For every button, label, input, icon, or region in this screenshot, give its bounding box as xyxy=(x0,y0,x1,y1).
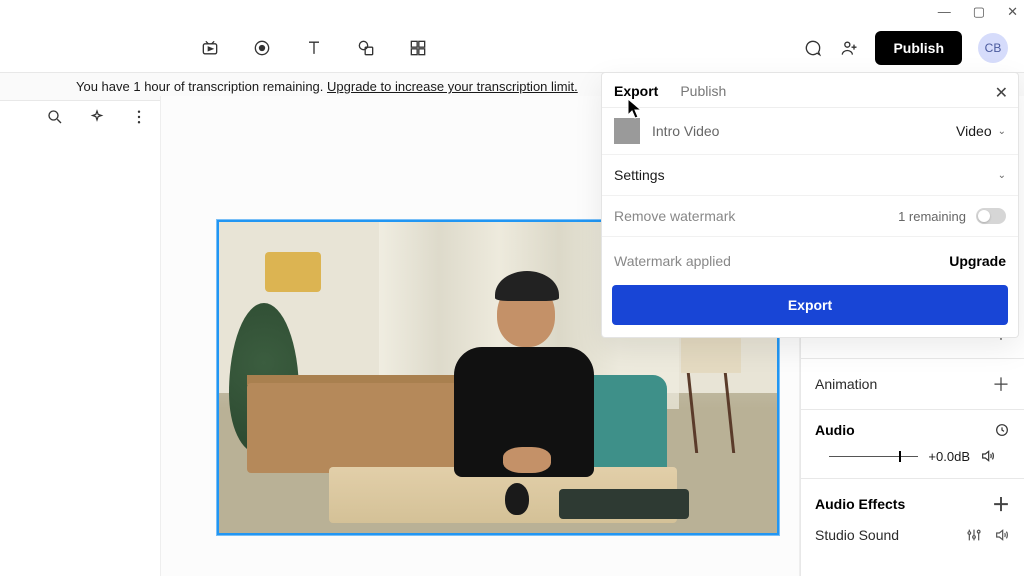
watermark-applied-row: Watermark applied Upgrade xyxy=(602,237,1018,281)
watermark-remaining: 1 remaining xyxy=(898,209,966,224)
audio-effects-label: Audio Effects xyxy=(815,496,905,512)
upgrade-link[interactable]: Upgrade xyxy=(949,253,1006,269)
close-window-button[interactable]: ✕ xyxy=(1007,4,1018,20)
close-icon[interactable]: ✕ xyxy=(995,83,1008,103)
tab-publish[interactable]: Publish xyxy=(680,83,726,99)
export-tabs: Export Publish ✕ xyxy=(602,73,1018,108)
panel-audio[interactable]: Audio +0.0dB xyxy=(801,410,1024,479)
shapes-icon[interactable] xyxy=(356,38,376,58)
watermark-applied-label: Watermark applied xyxy=(614,253,731,269)
tab-export[interactable]: Export xyxy=(614,83,658,99)
minimize-button[interactable]: — xyxy=(938,4,951,20)
export-filename[interactable]: Intro Video xyxy=(652,123,719,139)
sparkle-icon[interactable] xyxy=(88,108,106,126)
export-settings-row[interactable]: Settings ⌄ xyxy=(602,155,1018,196)
media-icon[interactable] xyxy=(200,38,220,58)
remove-watermark-label: Remove watermark xyxy=(614,208,735,224)
record-icon[interactable] xyxy=(252,38,272,58)
animation-label: Animation xyxy=(815,376,877,392)
panel-audio-effects[interactable]: Audio Effects ＋ xyxy=(801,479,1024,521)
chevron-down-icon: ⌄ xyxy=(998,126,1006,137)
export-button[interactable]: Export xyxy=(612,285,1008,325)
audio-gain-slider[interactable] xyxy=(829,456,918,457)
share-users-icon[interactable] xyxy=(839,38,859,58)
notice-text: You have 1 hour of transcription remaini… xyxy=(76,79,327,94)
export-popover: Export Publish ✕ Intro Video Video ⌄ Set… xyxy=(601,72,1019,338)
speaker-icon[interactable] xyxy=(994,527,1010,543)
more-vertical-icon[interactable] xyxy=(130,108,148,126)
add-audio-effect-icon[interactable]: ＋ xyxy=(992,491,1010,517)
left-mini-toolbar xyxy=(46,108,148,126)
export-type-label: Video xyxy=(956,123,992,139)
export-file-row: Intro Video Video ⌄ xyxy=(602,108,1018,155)
watermark-toggle[interactable] xyxy=(976,208,1006,224)
sliders-icon[interactable] xyxy=(966,527,982,543)
speaker-icon[interactable] xyxy=(980,448,996,464)
toolbar-center xyxy=(200,38,428,58)
audio-db-value: +0.0dB xyxy=(928,449,970,464)
studio-sound-label: Studio Sound xyxy=(815,527,899,543)
add-animation-icon[interactable]: ＋ xyxy=(992,371,1010,397)
templates-icon[interactable] xyxy=(408,38,428,58)
chevron-down-icon: ⌄ xyxy=(998,170,1006,181)
avatar[interactable]: CB xyxy=(978,33,1008,63)
top-toolbar: Publish CB xyxy=(0,30,1024,66)
remove-watermark-row: Remove watermark 1 remaining xyxy=(602,196,1018,237)
export-type-dropdown[interactable]: Video ⌄ xyxy=(956,123,1006,139)
maximize-button[interactable]: ▢ xyxy=(973,4,985,20)
window-controls: — ▢ ✕ xyxy=(938,4,1018,20)
comments-icon[interactable] xyxy=(803,38,823,58)
studio-sound-row[interactable]: Studio Sound xyxy=(801,521,1024,555)
toolbar-right: Publish CB xyxy=(803,31,1008,65)
settings-label: Settings xyxy=(614,167,665,183)
text-icon[interactable] xyxy=(304,38,324,58)
upgrade-transcription-link[interactable]: Upgrade to increase your transcription l… xyxy=(327,79,578,94)
audio-label: Audio xyxy=(815,422,855,438)
panel-animation[interactable]: Animation ＋ xyxy=(801,359,1024,410)
publish-button[interactable]: Publish xyxy=(875,31,962,65)
search-icon[interactable] xyxy=(46,108,64,126)
clock-icon[interactable] xyxy=(994,422,1010,438)
file-thumbnail xyxy=(614,118,640,144)
